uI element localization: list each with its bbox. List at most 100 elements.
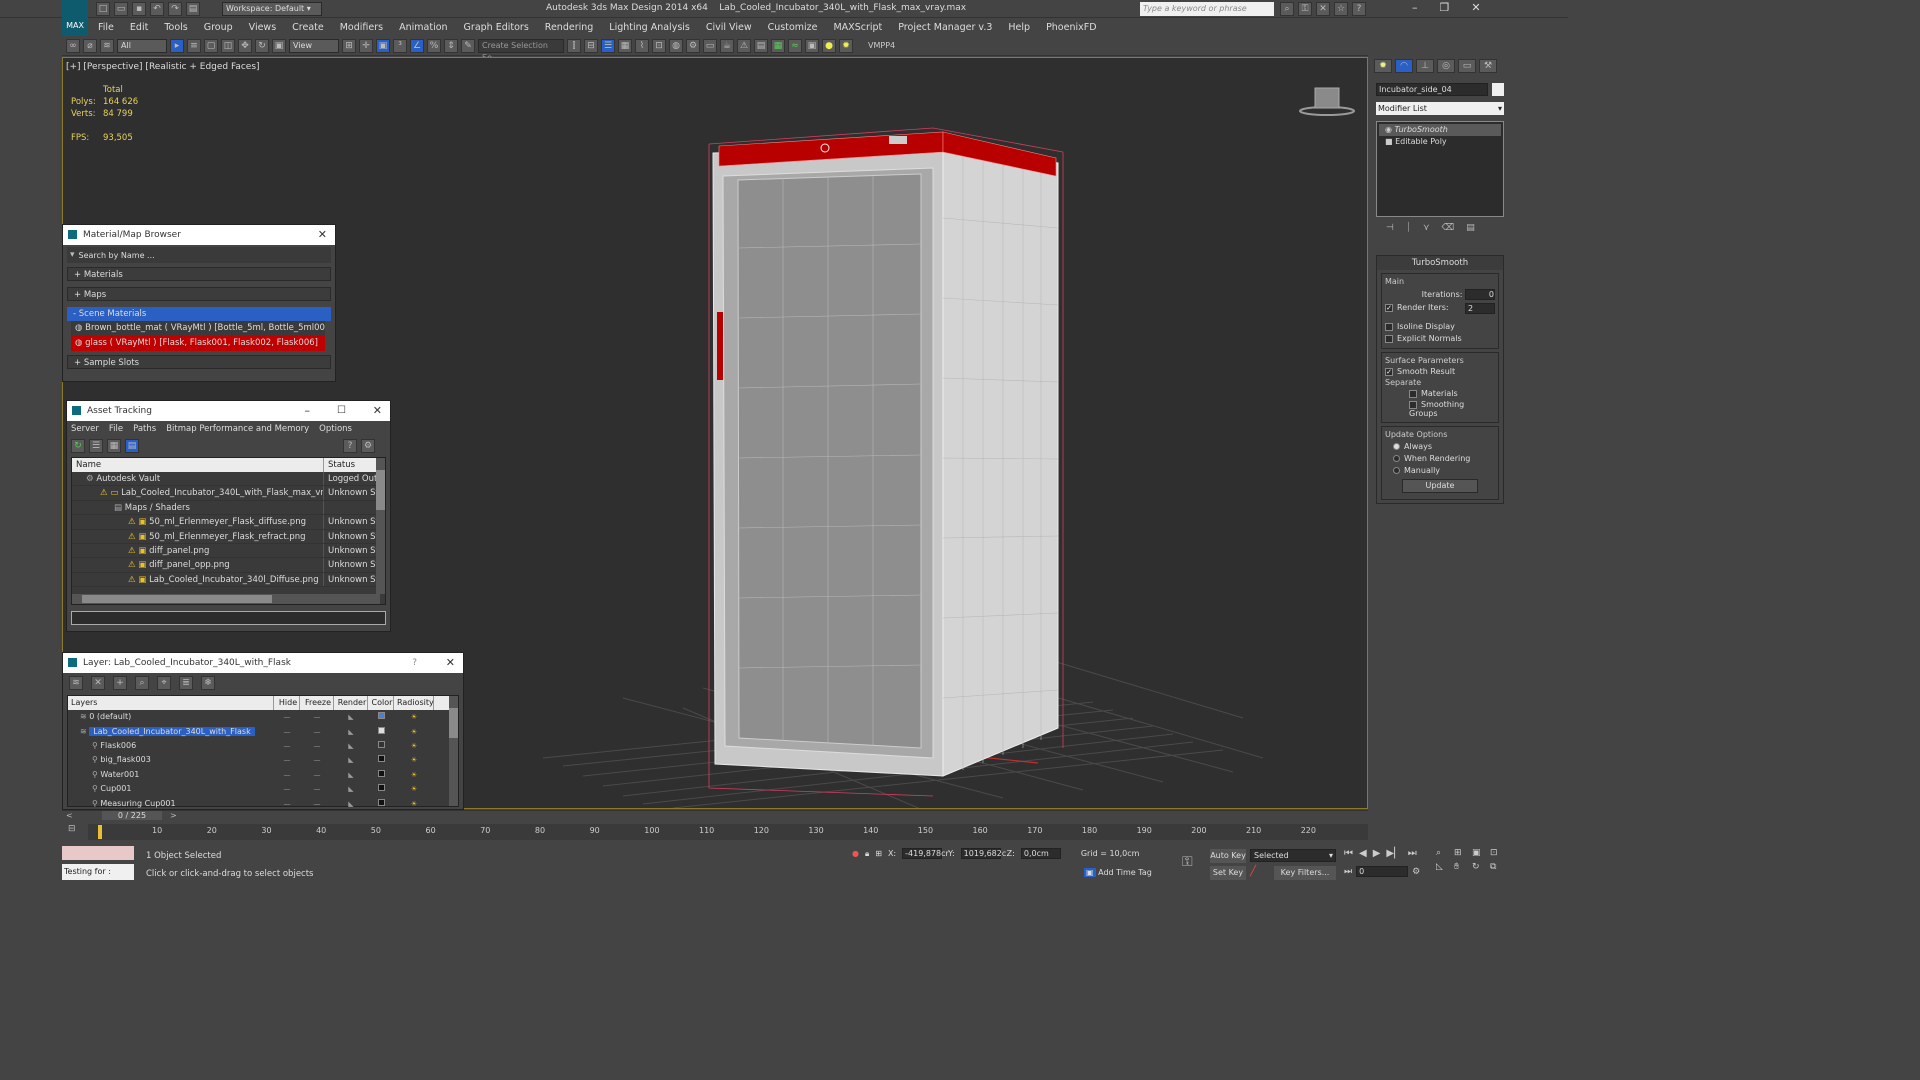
layer-row[interactable]: ⚲ Cup001 — — ◣ ☀	[68, 782, 458, 796]
asset-menu-server[interactable]: Server	[71, 424, 99, 434]
zoom-all-icon[interactable]: ⊞	[1454, 848, 1470, 858]
layer-render-toggle[interactable]: ◣	[334, 725, 368, 739]
menu-lighting-analysis[interactable]: Lighting Analysis	[601, 22, 698, 33]
layer-hide-toggle[interactable]: —	[274, 797, 300, 811]
turbosmooth-rollout-title[interactable]: TurboSmooth	[1377, 256, 1503, 270]
menu-help[interactable]: Help	[1000, 22, 1038, 33]
new-icon[interactable]: □	[96, 2, 110, 16]
asset-help-icon[interactable]: ?	[343, 439, 357, 453]
orbit-icon[interactable]: ↻	[1472, 862, 1488, 872]
asset-row[interactable]: ⚠ ▣ diff_panel.png Unknown St	[72, 543, 385, 559]
layer-color-swatch[interactable]	[377, 784, 385, 792]
set-key-filter-icon[interactable]: ╱	[1250, 866, 1272, 880]
layer-col-render[interactable]: Render	[334, 696, 368, 710]
vray-green-icon[interactable]: ▦	[771, 38, 785, 53]
lightbulb-icon[interactable]: ◉	[1385, 125, 1395, 134]
menu-create[interactable]: Create	[284, 22, 332, 33]
material-browser-titlebar[interactable]: Material/Map Browser ✕	[63, 225, 335, 245]
layer-radiosity-toggle[interactable]: ☀	[394, 725, 434, 739]
maximize-viewport-icon[interactable]: ⧉	[1490, 862, 1506, 872]
current-frame-marker[interactable]	[98, 825, 102, 839]
render-iters-checkbox[interactable]: ✓	[1385, 303, 1393, 312]
expand-icon[interactable]: ■	[1385, 137, 1395, 146]
bind-spacewarp-icon[interactable]: ≋	[100, 38, 114, 53]
scene-material-item[interactable]: ◍ glass ( VRayMtl ) [Flask, Flask001, Fl…	[71, 336, 325, 351]
layer-render-toggle[interactable]: ◣	[334, 753, 368, 767]
material-search-input[interactable]: ▾ Search by Name ...	[67, 247, 331, 263]
layer-render-toggle[interactable]: ◣	[334, 739, 368, 753]
key-icon[interactable]: ⚿	[1298, 2, 1312, 16]
select-by-name-icon[interactable]: ≡	[187, 38, 201, 53]
layer-color-toggle[interactable]	[368, 797, 394, 811]
utilities-tab-icon[interactable]: ⚒	[1479, 59, 1497, 73]
menu-project-manager-v-3[interactable]: Project Manager v.3	[890, 22, 1000, 33]
render-setup-icon[interactable]: ⚙	[686, 38, 700, 53]
zoom-icon[interactable]: ⌕	[1436, 848, 1452, 858]
sample-slots-group[interactable]: + Sample Slots	[67, 355, 331, 369]
table-view-icon[interactable]: ▦	[107, 439, 121, 453]
angle-snap-icon[interactable]: ∠	[410, 38, 424, 53]
freeze-all-icon[interactable]: ❄	[201, 676, 215, 690]
layer-hide-toggle[interactable]: —	[274, 768, 300, 782]
named-selection-dropdown[interactable]: Create Selection Se	[478, 38, 564, 62]
iterations-spinner[interactable]: 0	[1465, 289, 1495, 300]
materials-group[interactable]: + Materials	[67, 267, 331, 281]
layer-freeze-toggle[interactable]: —	[300, 710, 334, 724]
menu-modifiers[interactable]: Modifiers	[332, 22, 391, 33]
asset-row[interactable]: ⚠ ▣ 50_ml_Erlenmeyer_Flask_diffuse.png Un…	[72, 515, 385, 530]
time-config-icon[interactable]: ⚙	[1412, 867, 1420, 877]
warning-icon[interactable]: ⚠	[737, 38, 751, 53]
layer-col-freeze[interactable]: Freeze	[300, 696, 334, 710]
layer-radiosity-toggle[interactable]: ☀	[394, 797, 434, 811]
edit-named-sel-icon[interactable]: ✎	[461, 38, 475, 53]
asset-row[interactable]: ⚠ ▣ 50_ml_Erlenmeyer_Flask_refract.png Un…	[72, 529, 385, 544]
layer-row[interactable]: ⚲ Flask006 — — ◣ ☀	[68, 739, 458, 753]
layer-hide-toggle[interactable]: —	[274, 753, 300, 767]
layer-color-toggle[interactable]	[368, 768, 394, 782]
menu-graph-editors[interactable]: Graph Editors	[456, 22, 537, 33]
schematic-icon[interactable]: ⊡	[652, 38, 666, 53]
zoom-extents-all-icon[interactable]: ⊡	[1490, 848, 1506, 858]
layer-color-swatch[interactable]	[377, 769, 385, 777]
link-icon[interactable]: ∞	[66, 38, 80, 53]
project-icon[interactable]: ▤	[186, 2, 200, 16]
prev-frame-icon[interactable]: ◀︎	[1359, 848, 1367, 859]
configure-sets-icon[interactable]: ▤	[1466, 223, 1475, 233]
key-mode-dropdown[interactable]: Selected ▾	[1250, 849, 1336, 862]
asset-menu-paths[interactable]: Paths	[133, 424, 156, 434]
layer-radiosity-toggle[interactable]: ☀	[394, 739, 434, 753]
modify-tab-icon[interactable]: ◠	[1395, 59, 1413, 73]
workspace-dropdown[interactable]: Workspace: Default ▾	[222, 2, 322, 16]
asset-path-field[interactable]	[71, 611, 386, 625]
render-iters-spinner[interactable]: 2	[1465, 303, 1495, 314]
open-icon[interactable]: ▭	[114, 2, 128, 16]
layer-col-radiosity[interactable]: Radiosity	[394, 696, 434, 710]
vray-sun-icon[interactable]: ✹	[839, 38, 853, 53]
select-in-layer-icon[interactable]: ⌕	[135, 676, 149, 690]
vray-light-icon[interactable]: ●	[822, 38, 836, 53]
layer-col-color[interactable]: Color	[368, 696, 394, 710]
asset-row[interactable]: ⚙ Autodesk Vault Logged Out	[72, 472, 385, 487]
vray-sky-icon[interactable]: ≈	[788, 38, 802, 53]
delete-layer-icon[interactable]: ✕	[91, 676, 105, 690]
layer-render-toggle[interactable]: ◣	[334, 782, 368, 796]
material-editor-icon[interactable]: ◍	[669, 38, 683, 53]
tools-icon[interactable]: ✕	[1316, 2, 1330, 16]
asset-row[interactable]: ▤ Maps / Shaders	[72, 500, 385, 516]
time-next-icon[interactable]: >	[170, 811, 177, 820]
layer-hide-toggle[interactable]: —	[274, 782, 300, 796]
menu-customize[interactable]: Customize	[760, 22, 826, 33]
vray-proxy-icon[interactable]: ▣	[805, 38, 819, 53]
smoothing-groups-checkbox[interactable]	[1409, 400, 1417, 409]
layer-color-swatch[interactable]	[377, 740, 385, 748]
help-search-input[interactable]: Type a keyword or phrase	[1140, 2, 1274, 16]
material-browser-close-icon[interactable]: ✕	[318, 225, 327, 245]
layer-color-toggle[interactable]	[368, 753, 394, 767]
layer-manager-titlebar[interactable]: Layer: Lab_Cooled_Incubator_340L_with_Fl…	[63, 653, 463, 673]
current-frame-field[interactable]: 0	[1356, 866, 1409, 877]
menu-file[interactable]: File	[90, 22, 122, 33]
move-icon[interactable]: ✥	[238, 38, 252, 53]
x-field[interactable]: -419,878cr	[902, 848, 949, 859]
incubator-model[interactable]	[712, 131, 1059, 777]
layer-color-swatch[interactable]	[377, 726, 385, 734]
